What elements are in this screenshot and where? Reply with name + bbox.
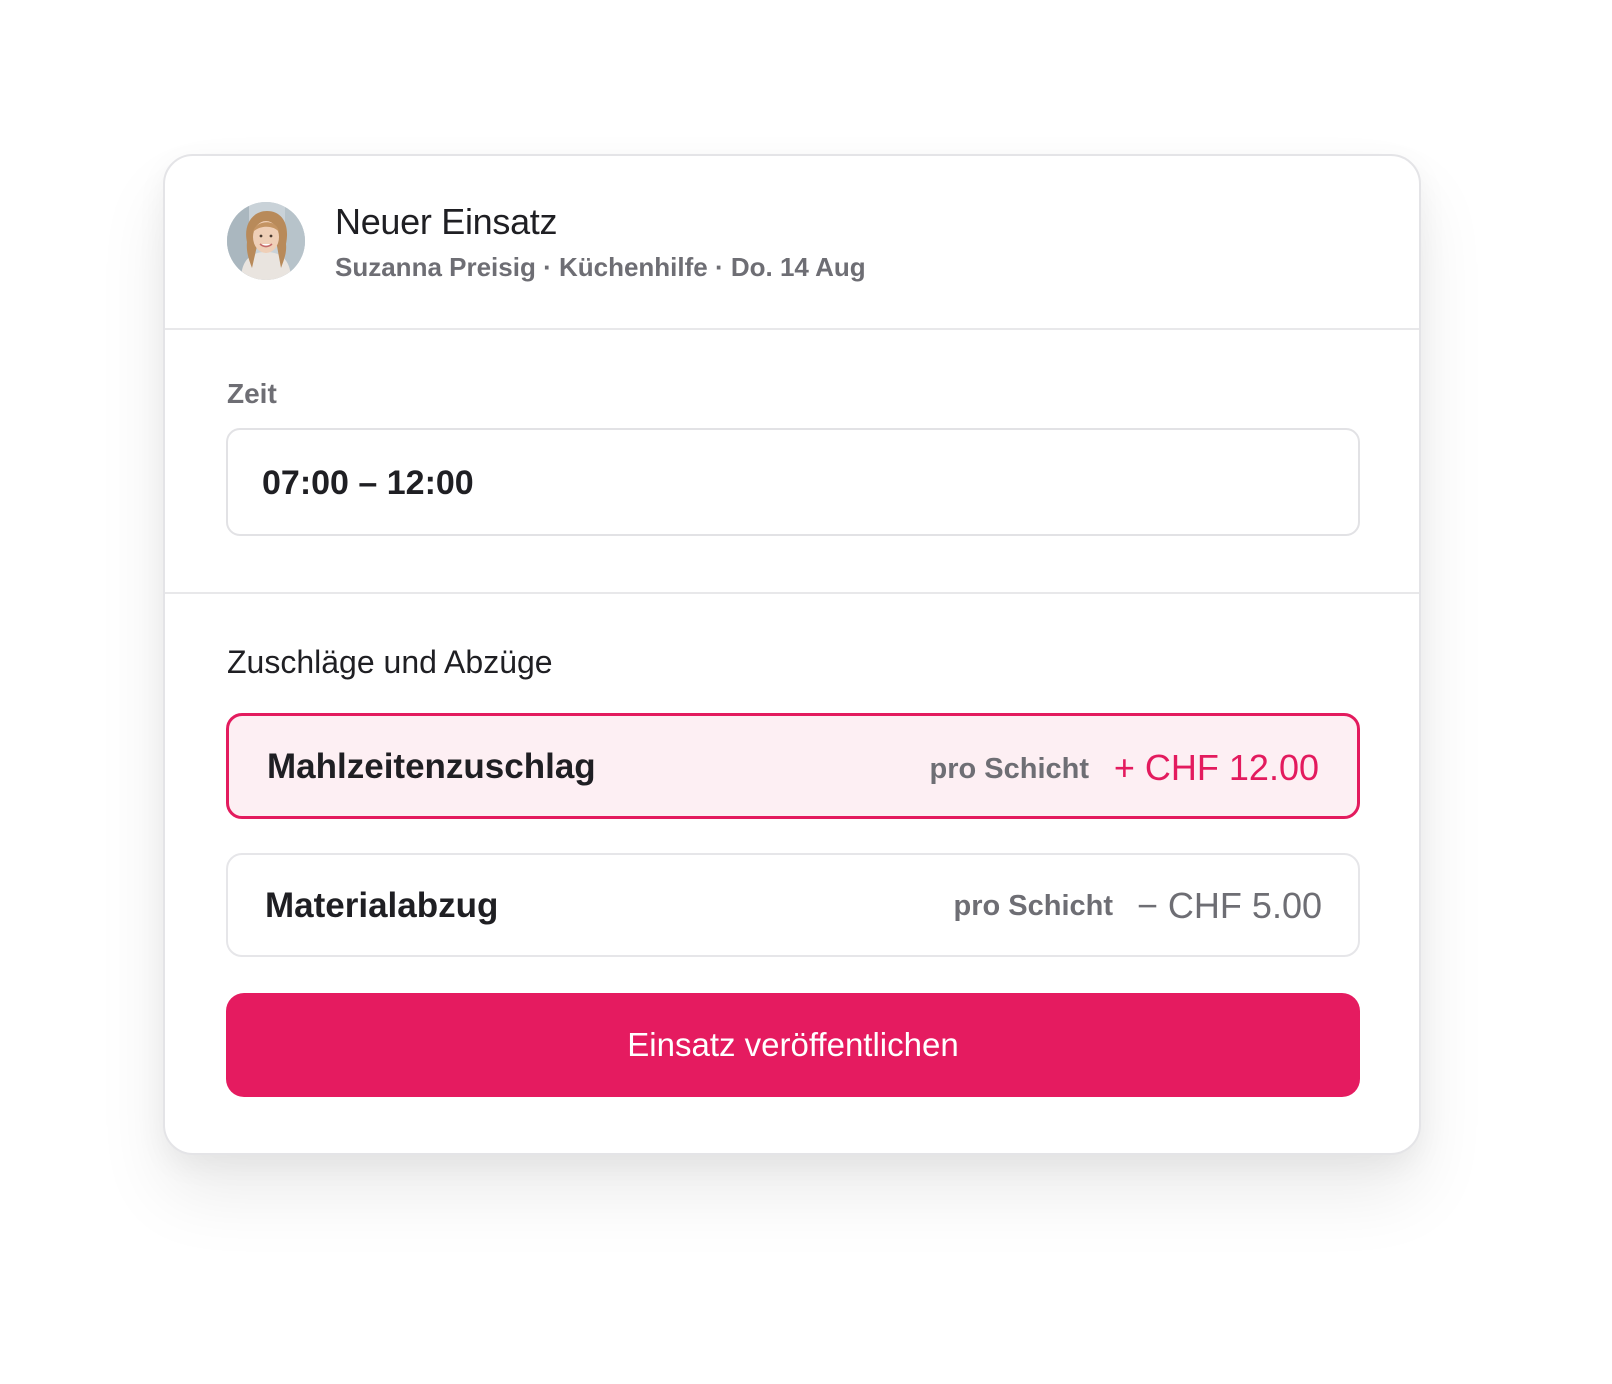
avatar-photo-icon	[227, 202, 305, 280]
time-range-value: 07:00 – 12:00	[262, 464, 474, 502]
adjustment-unit: pro Schicht	[953, 890, 1113, 922]
new-shift-card: Neuer Einsatz Suzanna Preisig · Küchenhi…	[163, 154, 1421, 1155]
time-section: Zeit 07:00 – 12:00	[165, 328, 1419, 594]
adjustment-amount: + CHF 12.00	[1113, 747, 1319, 788]
shift-summary: Suzanna Preisig · Küchenhilfe · Do. 14 A…	[335, 252, 866, 282]
adjustments-title: Zuschläge und Abzüge	[227, 644, 553, 680]
adjustment-amount: − CHF 5.00	[1136, 885, 1322, 926]
adjustment-name: Mahlzeitenzuschlag	[267, 747, 596, 786]
adjustment-name: Materialabzug	[265, 886, 499, 925]
adjustment-option-mahlzeitenzuschlag[interactable]: Mahlzeitenzuschlag pro Schicht + CHF 12.…	[226, 713, 1360, 819]
page-title: Neuer Einsatz	[335, 201, 558, 242]
publish-button[interactable]: Einsatz veröffentlichen	[226, 993, 1360, 1097]
time-range-field[interactable]: 07:00 – 12:00	[226, 428, 1360, 536]
adjustment-option-materialabzug[interactable]: Materialabzug pro Schicht − CHF 5.00	[226, 853, 1360, 957]
card-header: Neuer Einsatz Suzanna Preisig · Küchenhi…	[165, 156, 1419, 330]
avatar	[227, 202, 305, 280]
time-label: Zeit	[227, 378, 277, 409]
adjustment-unit: pro Schicht	[929, 753, 1089, 785]
